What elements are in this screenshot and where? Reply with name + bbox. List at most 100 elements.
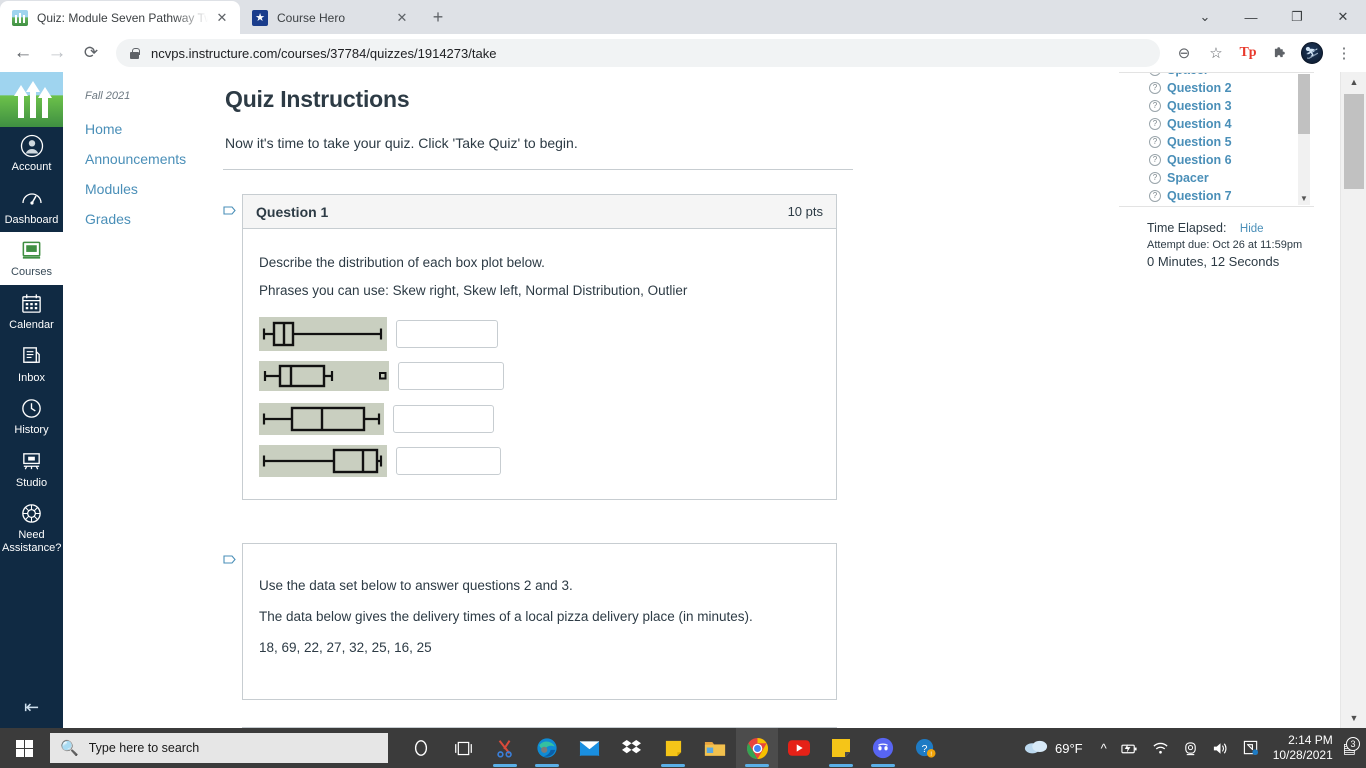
scrollbar-thumb[interactable] xyxy=(1298,74,1310,134)
reload-icon[interactable]: ⟳ xyxy=(76,38,106,68)
discord-icon[interactable] xyxy=(862,728,904,768)
weather-widget[interactable]: 69°F xyxy=(1018,738,1093,759)
show-hidden-icons-chevron[interactable]: ^ xyxy=(1095,728,1113,768)
help-icon xyxy=(2,502,61,527)
google-chrome-icon[interactable] xyxy=(736,728,778,768)
boxplot-row-2 xyxy=(259,361,820,391)
quiz-timer: Time Elapsed: Hide Attempt due: Oct 26 a… xyxy=(1119,207,1314,269)
forward-icon[interactable]: → xyxy=(42,38,72,68)
spacer-box: Use the data set below to answer questio… xyxy=(242,543,837,700)
sidebar-item-label: Dashboard xyxy=(4,213,59,226)
address-bar[interactable]: ncvps.instructure.com/courses/37784/quiz… xyxy=(116,39,1160,67)
time-elapsed-row: Time Elapsed: Hide xyxy=(1147,221,1314,235)
sidebar-item-calendar[interactable]: Calendar xyxy=(0,285,63,338)
course-link-home[interactable]: Home xyxy=(85,114,223,144)
wifi-icon[interactable] xyxy=(1146,728,1175,768)
page-scrollbar[interactable]: ▲ ▼ xyxy=(1340,72,1366,728)
onedrive-sync-icon[interactable] xyxy=(1237,728,1265,768)
notepad-icon[interactable] xyxy=(820,728,862,768)
canvas-favicon-icon xyxy=(12,9,28,26)
taskbar-search[interactable]: 🔍 Type here to search xyxy=(50,733,388,763)
youtube-icon[interactable] xyxy=(778,728,820,768)
sidebar-item-account[interactable]: Account xyxy=(0,127,63,180)
question-list-item[interactable]: ? Spacer xyxy=(1149,169,1314,187)
question-list-item[interactable]: ? Question 4 xyxy=(1149,115,1314,133)
spacer-line-3: 18, 69, 22, 27, 32, 25, 16, 25 xyxy=(259,640,432,655)
question-mark-icon: ? xyxy=(1149,154,1161,166)
question-list-item[interactable]: ? Question 3 xyxy=(1149,97,1314,115)
close-window-icon[interactable]: ✕ xyxy=(1320,0,1366,34)
svg-text:?: ? xyxy=(921,742,927,754)
sidebar-item-dashboard[interactable]: Dashboard xyxy=(0,180,63,233)
course-link-modules[interactable]: Modules xyxy=(85,174,223,204)
profile-avatar-icon[interactable] xyxy=(1298,39,1326,67)
maximize-icon[interactable]: ❐ xyxy=(1274,0,1320,34)
question-list-item[interactable]: ? Question 6 xyxy=(1149,151,1314,169)
battery-icon[interactable] xyxy=(1115,728,1144,768)
dropbox-icon[interactable] xyxy=(610,728,652,768)
start-button[interactable] xyxy=(0,728,48,768)
scroll-up-icon[interactable]: ▲ xyxy=(1341,72,1366,92)
notification-center-icon[interactable]: ▤ 3 xyxy=(1343,736,1360,757)
collapse-nav-icon[interactable]: ⇤ xyxy=(0,697,63,718)
teachers-pay-teachers-extension-icon[interactable]: Tp xyxy=(1234,39,1262,67)
hide-timer-link[interactable]: Hide xyxy=(1240,223,1264,235)
new-tab-button[interactable]: + xyxy=(424,3,452,31)
question-list-item[interactable]: ? Question 2 xyxy=(1149,79,1314,97)
volume-icon[interactable] xyxy=(1206,728,1235,768)
cloud-icon xyxy=(1024,738,1048,759)
question-mark-icon: ? xyxy=(1149,73,1161,76)
question-list-item[interactable]: ? Question 5 xyxy=(1149,133,1314,151)
sticky-notes-taskbar-icon[interactable] xyxy=(652,728,694,768)
answer-input-2[interactable] xyxy=(398,362,504,390)
question-points: 10 pts xyxy=(787,204,823,219)
sidebar-item-need-assistance[interactable]: Need Assistance? xyxy=(0,495,63,560)
question-mark-icon: ? xyxy=(1149,82,1161,94)
sidebar-item-courses[interactable]: Courses xyxy=(0,232,63,285)
answer-input-1[interactable] xyxy=(396,320,498,348)
course-link-grades[interactable]: Grades xyxy=(85,204,223,234)
webcam-icon[interactable] xyxy=(1177,728,1204,768)
close-icon[interactable]: ✕ xyxy=(214,10,230,26)
mail-icon[interactable] xyxy=(568,728,610,768)
back-icon[interactable]: ← xyxy=(8,38,38,68)
sidebar-item-label: Need Assistance? xyxy=(2,529,62,555)
bookmark-star-icon[interactable]: ☆ xyxy=(1202,39,1230,67)
sidebar-item-studio[interactable]: Studio xyxy=(0,443,63,496)
question-flag-icon[interactable] xyxy=(223,206,236,221)
sidebar-item-inbox[interactable]: Inbox xyxy=(0,338,63,391)
browser-tab-quiz[interactable]: Quiz: Module Seven Pathway Two ✕ xyxy=(0,1,240,34)
task-view-icon[interactable] xyxy=(442,728,484,768)
spacer-flag-icon[interactable] xyxy=(223,555,236,570)
taskbar-clock[interactable]: 2:14 PM 10/28/2021 xyxy=(1267,733,1341,763)
extensions-puzzle-icon[interactable] xyxy=(1266,39,1294,67)
answer-input-4[interactable] xyxy=(396,447,501,475)
zoom-out-icon[interactable]: ⊖ xyxy=(1170,39,1198,67)
url-text: ncvps.instructure.com/courses/37784/quiz… xyxy=(151,45,497,61)
cortana-icon[interactable] xyxy=(400,728,442,768)
question-list-item[interactable]: ? Question 7 xyxy=(1149,187,1314,205)
scrollbar-thumb[interactable] xyxy=(1344,94,1364,189)
ncvps-course-logo[interactable] xyxy=(0,72,63,127)
minimize-icon[interactable]: — xyxy=(1228,0,1274,34)
chrome-menu-icon[interactable]: ⋮ xyxy=(1330,39,1358,67)
question-list-scrollbar[interactable]: ▼ xyxy=(1298,74,1310,205)
elapsed-time-text: 0 Minutes, 12 Seconds xyxy=(1147,254,1280,269)
help-question-icon[interactable]: ?! xyxy=(904,728,946,768)
sidebar-item-history[interactable]: History xyxy=(0,390,63,443)
browser-tab-course-hero[interactable]: Course Hero ✕ xyxy=(240,1,420,34)
file-explorer-icon[interactable] xyxy=(694,728,736,768)
answer-input-3[interactable] xyxy=(393,405,494,433)
quiz-right-rail: ? Spacer ? Question 2 ? Question 3 ? xyxy=(1119,72,1314,269)
microsoft-edge-icon[interactable] xyxy=(526,728,568,768)
scroll-down-icon[interactable]: ▼ xyxy=(1341,708,1366,728)
divider xyxy=(223,169,853,170)
chevron-down-icon[interactable]: ⌄ xyxy=(1182,0,1228,34)
question-mark-icon: ? xyxy=(1149,190,1161,202)
course-navigation: Fall 2021 Home Announcements Modules Gra… xyxy=(63,72,223,728)
close-icon[interactable]: ✕ xyxy=(394,10,410,26)
snip-sketch-icon[interactable] xyxy=(484,728,526,768)
course-link-announcements[interactable]: Announcements xyxy=(85,144,223,174)
question-list-item[interactable]: ? Spacer xyxy=(1149,73,1314,79)
scroll-down-icon[interactable]: ▼ xyxy=(1298,194,1310,203)
